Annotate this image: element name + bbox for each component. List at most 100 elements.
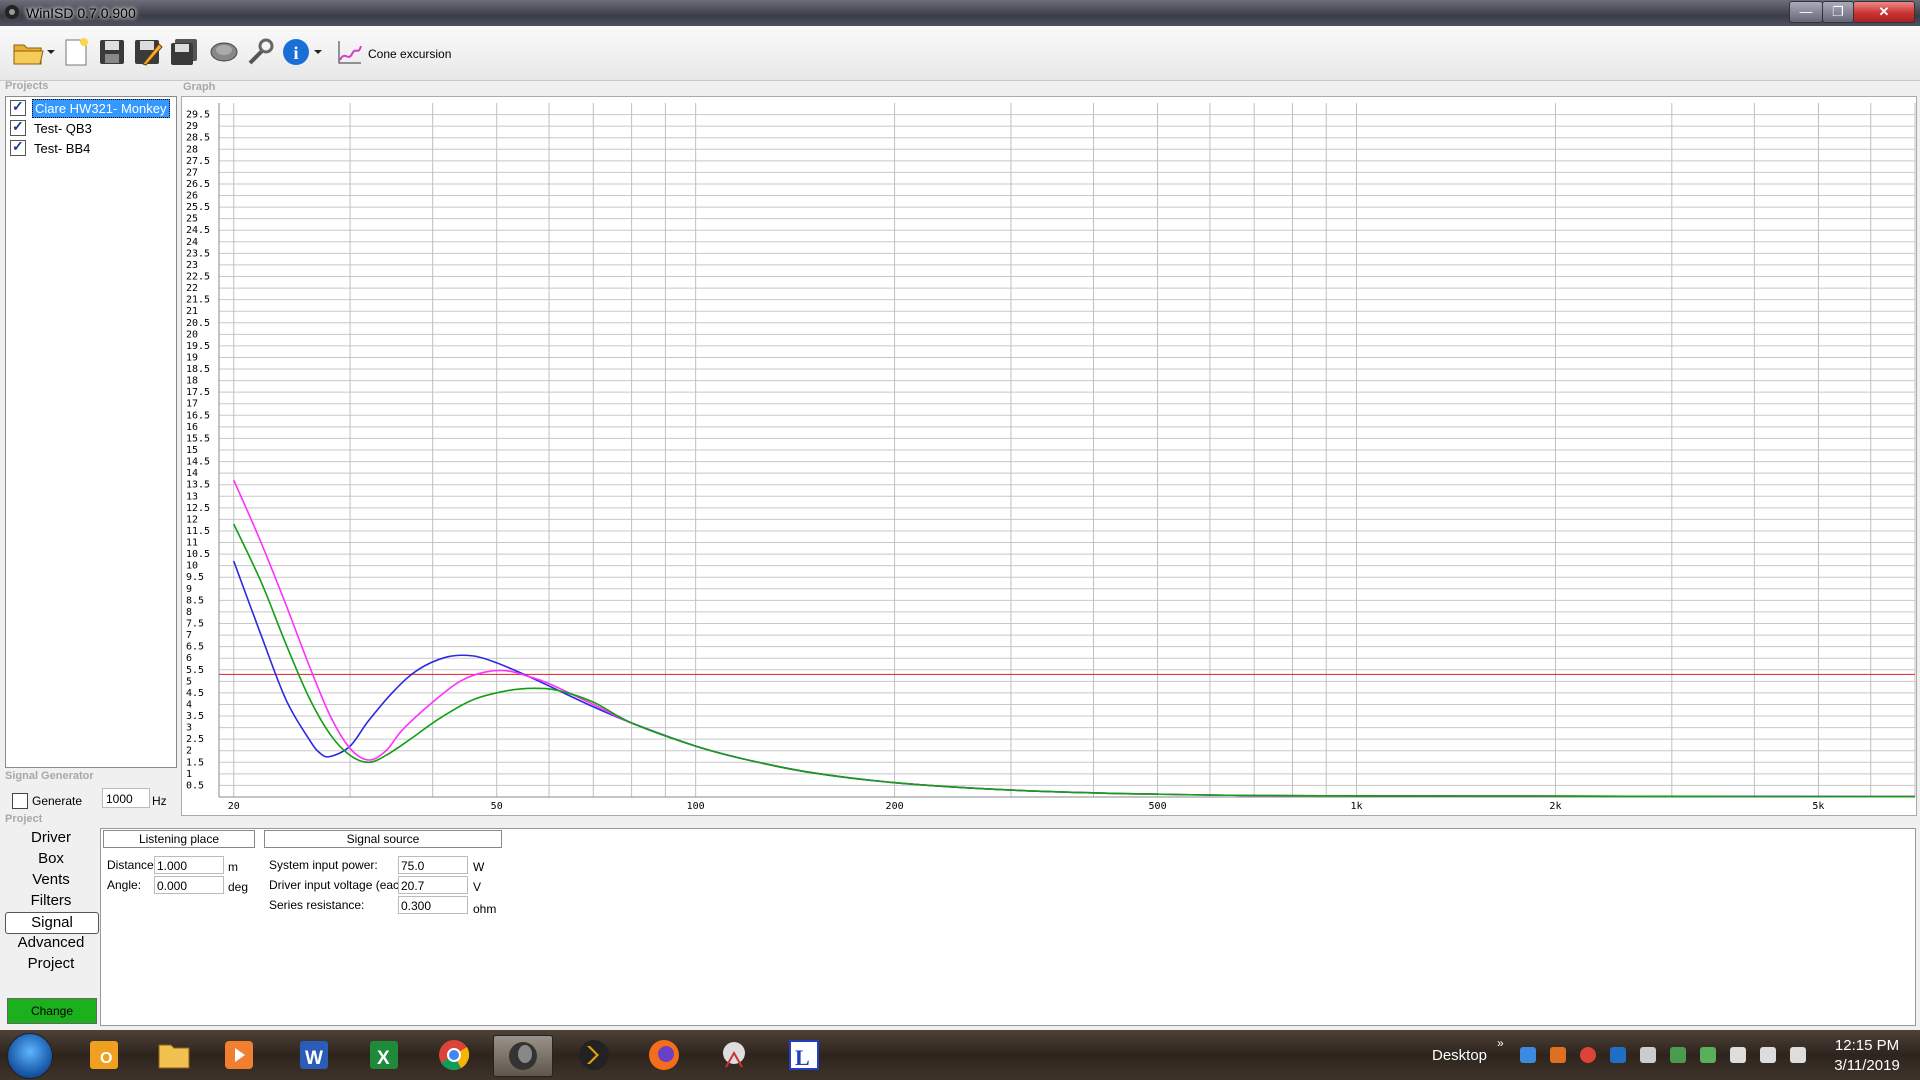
desktop-toolbar-label[interactable]: Desktop [1432, 1047, 1487, 1064]
tab-signal-source[interactable]: Signal source [264, 830, 502, 848]
nav-signal[interactable]: Signal [5, 912, 99, 934]
tray-app-icon[interactable] [1670, 1047, 1686, 1063]
y-tick-label: 9 [186, 584, 192, 595]
tray-app-icon[interactable] [1550, 1047, 1566, 1063]
x-tick-label: 5k [1812, 801, 1824, 812]
outlook-taskbar-button[interactable]: O [75, 1035, 133, 1075]
nav-filters[interactable]: Filters [5, 891, 97, 911]
save-button[interactable] [96, 36, 128, 68]
y-tick-label: 18.5 [186, 364, 210, 375]
open-folder-button[interactable] [10, 36, 56, 68]
projects-list: Ciare HW321- Monkey Test- QB3 Test- BB4 [5, 96, 177, 768]
nav-project[interactable]: Project [5, 954, 97, 974]
info-icon: i [283, 39, 322, 65]
y-tick-label: 17.5 [186, 387, 210, 398]
y-tick-label: 26.5 [186, 179, 210, 190]
title-bar: WinISD 0.7.0.900 — ❐ ✕ [0, 0, 1920, 26]
chevron-icon[interactable]: » [1497, 1036, 1504, 1050]
volume-icon[interactable] [1730, 1047, 1746, 1063]
frequency-input[interactable]: 1000 [102, 788, 150, 808]
svg-text:X: X [377, 1048, 390, 1069]
tray-app-icon[interactable] [1520, 1047, 1536, 1063]
frequency-unit: Hz [152, 794, 167, 808]
projects-section-label: Projects [5, 80, 49, 92]
signal-generator-section-label: Signal Generator [5, 770, 94, 782]
app-icon: L [789, 1040, 819, 1070]
change-button[interactable]: Change [7, 998, 97, 1024]
save-as-button[interactable] [132, 36, 164, 68]
about-button[interactable]: i [280, 36, 324, 68]
close-button[interactable]: ✕ [1853, 1, 1915, 23]
chrome-icon[interactable] [1580, 1047, 1596, 1063]
maximize-button[interactable]: ❐ [1822, 1, 1854, 23]
outlook-icon: O [90, 1041, 118, 1069]
nav-advanced[interactable]: Advanced [5, 933, 97, 953]
nav-box[interactable]: Box [5, 849, 97, 869]
y-tick-label: 23 [186, 260, 198, 271]
project-checkbox[interactable] [10, 98, 26, 116]
window-title: WinISD 0.7.0.900 [26, 5, 136, 21]
distance-input[interactable]: 1.000 [154, 856, 224, 874]
app-taskbar-button[interactable] [705, 1035, 763, 1075]
excel-taskbar-button[interactable]: X [355, 1035, 413, 1075]
power-input[interactable]: 75.0 [398, 856, 468, 874]
cone-excursion-graph-button[interactable] [334, 36, 366, 68]
network-icon[interactable] [1640, 1047, 1656, 1063]
tray-app-icon[interactable] [1610, 1047, 1626, 1063]
app-taskbar-button[interactable]: L [775, 1035, 833, 1075]
media-player-taskbar-button[interactable] [210, 1035, 268, 1075]
y-tick-label: 2.5 [186, 734, 204, 745]
voltage-input[interactable]: 20.7 [398, 876, 468, 894]
svg-text:L: L [795, 1045, 810, 1070]
project-item[interactable]: Test- QB3 [10, 118, 94, 137]
project-name: Test- BB4 [34, 140, 91, 156]
y-tick-label: 11.5 [186, 526, 210, 537]
project-section-label: Project [5, 813, 43, 825]
graph-icon [338, 41, 362, 64]
tab-listening-place[interactable]: Listening place [103, 830, 255, 848]
clock[interactable]: 12:15 PM 3/11/2019 [1818, 1036, 1916, 1076]
y-tick-label: 9.5 [186, 572, 204, 583]
y-tick-label: 16.5 [186, 410, 210, 421]
x-tick-label: 100 [687, 801, 705, 812]
generate-checkbox[interactable] [12, 793, 28, 809]
tray-app-icon[interactable] [1700, 1047, 1716, 1063]
y-tick-label: 6.5 [186, 642, 204, 653]
flag-icon[interactable] [1790, 1047, 1806, 1063]
wrench-icon [248, 38, 274, 65]
display-icon[interactable] [1760, 1047, 1776, 1063]
plex-taskbar-button[interactable] [565, 1035, 623, 1075]
nav-driver[interactable]: Driver [5, 828, 97, 848]
new-project-button[interactable] [60, 36, 92, 68]
project-checkbox[interactable] [10, 118, 26, 136]
y-tick-label: 22 [186, 283, 198, 294]
y-tick-label: 14.5 [186, 457, 210, 468]
y-tick-label: 28 [186, 144, 198, 155]
graph-type-label[interactable]: Cone excursion [368, 47, 451, 61]
project-checkbox[interactable] [10, 138, 26, 156]
minimize-button[interactable]: — [1789, 1, 1823, 23]
options-button[interactable] [244, 36, 276, 68]
y-tick-label: 12.5 [186, 503, 210, 514]
y-tick-label: 23.5 [186, 248, 210, 259]
nav-vents[interactable]: Vents [5, 870, 97, 890]
y-tick-label: 8 [186, 607, 192, 618]
y-tick-label: 13.5 [186, 480, 210, 491]
project-item[interactable]: Ciare HW321- Monkey [10, 98, 170, 118]
start-button[interactable] [7, 1033, 53, 1079]
save-all-button[interactable] [168, 36, 200, 68]
signal-settings-panel: Listening place Signal source Distance: … [100, 828, 1916, 1026]
driver-editor-button[interactable] [208, 36, 240, 68]
winisd-taskbar-button[interactable] [493, 1035, 553, 1077]
explorer-taskbar-button[interactable] [145, 1035, 203, 1075]
firefox-taskbar-button[interactable] [635, 1035, 693, 1075]
y-tick-label: 27 [186, 167, 198, 178]
y-tick-label: 25 [186, 214, 198, 225]
word-taskbar-button[interactable]: W [285, 1035, 343, 1075]
y-tick-label: 5.5 [186, 665, 204, 676]
resistance-input[interactable]: 0.300 [398, 896, 468, 914]
project-item[interactable]: Test- BB4 [10, 138, 92, 157]
graph-panel[interactable]: 0.5 1 1.5 2 2.5 3 3.5 4 4.5 5 5.5 6 6.5 7 7.5 8 8.5 9 9.5 1… [181, 96, 1917, 816]
chrome-taskbar-button[interactable] [425, 1035, 483, 1075]
angle-input[interactable]: 0.000 [154, 876, 224, 894]
